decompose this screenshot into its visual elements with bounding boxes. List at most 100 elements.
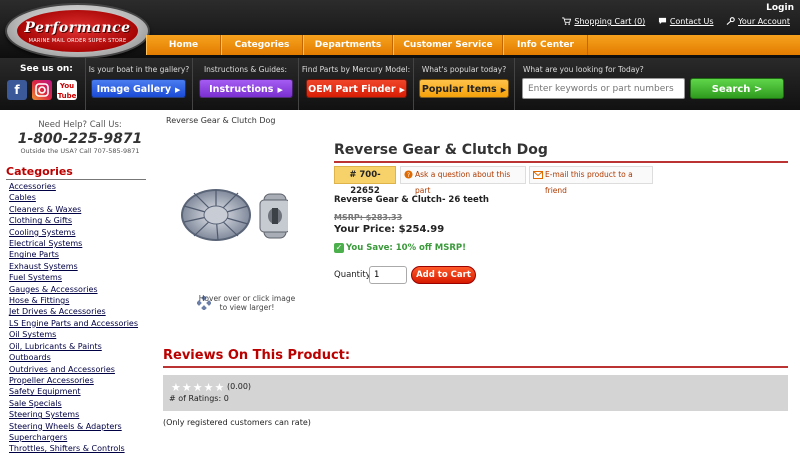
logo-brand: Performance — [24, 20, 131, 36]
email-label: E-mail this product to a friend — [545, 170, 633, 195]
category-link[interactable]: Propeller Accessories — [9, 375, 138, 386]
category-link[interactable]: Fuel Systems — [9, 272, 138, 283]
category-link[interactable]: Superchargers — [9, 432, 138, 443]
youtube-icon[interactable]: You Tube — [57, 80, 77, 100]
see-us-label: See us on: — [20, 64, 73, 74]
logo-tagline: MARINE MAIL ORDER SUPER STORE — [28, 38, 127, 44]
category-link[interactable]: Cooling Systems — [9, 227, 138, 238]
play-arrow-icon: ▶ — [277, 86, 283, 94]
ask-label: Ask a question about this part — [415, 170, 511, 195]
info-icon: ? — [404, 170, 413, 179]
add-to-cart-button[interactable]: Add to Cart — [411, 266, 476, 284]
popular-label: Popular Items — [421, 84, 497, 95]
account-link[interactable]: Your Account — [726, 17, 790, 26]
instructions-section: Instructions & Guides: Instructions ▶ — [193, 58, 299, 110]
image-hint: Hover over or click image to view larger… — [198, 294, 296, 312]
search-button[interactable]: Search > — [690, 78, 784, 99]
category-link[interactable]: Accessories — [9, 181, 138, 192]
popular-items-button[interactable]: Popular Items ▶ — [419, 79, 509, 98]
quantity-label: Quantity — [334, 270, 371, 280]
oem-caption: Find Parts by Mercury Model: — [301, 65, 411, 74]
instructions-caption: Instructions & Guides: — [203, 65, 288, 74]
nav-categories[interactable]: Categories — [221, 35, 303, 55]
nav-home[interactable]: Home — [146, 35, 221, 55]
help-phone[interactable]: 1-800-225-9871 — [0, 131, 160, 147]
play-arrow-icon: ▶ — [500, 86, 507, 94]
instructions-label: Instructions — [209, 84, 274, 95]
nav-customer-service[interactable]: Customer Service — [393, 35, 503, 55]
reviews-title: Reviews On This Product: — [163, 348, 351, 363]
your-price: Your Price: $254.99 — [334, 224, 445, 235]
oem-label: OEM Part Finder — [308, 84, 396, 95]
category-link[interactable]: LS Engine Parts and Accessories — [9, 318, 138, 329]
rating-count: # of Ratings: 0 — [169, 394, 229, 403]
search-input[interactable] — [522, 78, 685, 99]
contact-link[interactable]: Contact Us — [658, 17, 714, 26]
category-link[interactable]: Engine Parts — [9, 249, 138, 260]
oem-part-finder-button[interactable]: OEM Part Finder ▶ — [306, 79, 407, 98]
category-link[interactable]: Sale Specials — [9, 398, 138, 409]
ask-question-link[interactable]: Ask a question about this part — [400, 166, 526, 195]
category-link[interactable]: Steering Wheels & Adapters — [9, 421, 138, 432]
oem-section: Find Parts by Mercury Model: OEM Part Fi… — [299, 58, 414, 110]
facebook-icon[interactable]: f — [7, 80, 27, 100]
play-arrow-icon: ▶ — [175, 86, 181, 94]
category-link[interactable]: Electrical Systems — [9, 238, 138, 249]
login-link[interactable]: Login — [766, 3, 794, 13]
category-link[interactable]: Oil Systems — [9, 329, 138, 340]
categories-title: Categories — [6, 165, 146, 180]
category-link[interactable]: Exhaust Systems — [9, 261, 138, 272]
camera-icon — [35, 83, 49, 97]
account-label: Your Account — [738, 17, 790, 26]
instagram-icon[interactable] — [32, 80, 52, 100]
reviews-divider — [163, 366, 788, 368]
cart-icon — [562, 17, 572, 25]
category-link[interactable]: Jet Drives & Accessories — [9, 306, 138, 317]
quantity-input[interactable] — [369, 266, 407, 284]
title-divider — [334, 161, 788, 163]
category-link[interactable]: Safety Equipment — [9, 386, 138, 397]
checkmark-icon: ✓ — [334, 243, 344, 253]
key-icon — [726, 17, 735, 25]
category-link[interactable]: Clothing & Gifts — [9, 215, 138, 226]
image-gallery-button[interactable]: Image Gallery ▶ — [91, 79, 186, 98]
category-link[interactable]: Hose & Fittings — [9, 295, 138, 306]
chat-icon — [658, 17, 666, 25]
top-header: Performance MARINE MAIL ORDER SUPER STOR… — [0, 0, 800, 59]
popular-section: What's popular today? Popular Items ▶ — [414, 58, 515, 110]
gallery-caption: Is your boat in the gallery? — [88, 65, 190, 74]
category-link[interactable]: Oil, Lubricants & Paints — [9, 341, 138, 352]
category-link[interactable]: Steering Systems — [9, 409, 138, 420]
savings-text: ✓ You Save: 10% off MSRP! — [334, 243, 466, 253]
help-outside: Outside the USA? Call 707-585-9871 — [20, 147, 140, 155]
play-arrow-icon: ▶ — [399, 86, 405, 94]
site-logo[interactable]: Performance MARINE MAIL ORDER SUPER STOR… — [5, 3, 150, 59]
product-image[interactable] — [178, 184, 288, 246]
nav-departments[interactable]: Departments — [303, 35, 393, 55]
savings-label: You Save: 10% off MSRP! — [346, 243, 466, 253]
category-link[interactable]: Outboards — [9, 352, 138, 363]
sku-badge: # 700-22652 — [334, 166, 396, 196]
instructions-button[interactable]: Instructions ▶ — [199, 79, 293, 98]
logo-badge: Performance — [17, 10, 138, 52]
categories-list: Accessories Cables Cleaners & Waxes Clothin… — [9, 181, 138, 455]
category-link[interactable]: Cables — [9, 192, 138, 203]
msrp-price: MSRP: $283.33 — [334, 213, 403, 222]
rating-stars[interactable]: ★★★★★ — [171, 381, 225, 394]
category-link[interactable]: Gauges & Accessories — [9, 284, 138, 295]
email-friend-link[interactable]: E-mail this product to a friend — [529, 166, 653, 195]
help-box: Need Help? Call Us: 1-800-225-9871 Outsi… — [0, 120, 160, 155]
rating-average: (0.00) — [227, 382, 252, 391]
utility-links: Shopping Cart (0) Contact Us Your Accoun… — [552, 17, 790, 26]
cart-link[interactable]: Shopping Cart (0) — [562, 17, 645, 26]
nav-info-center[interactable]: Info Center — [503, 35, 588, 55]
category-link[interactable]: Cleaners & Waxes — [9, 204, 138, 215]
category-link[interactable]: Throttles, Shifters & Controls — [9, 443, 138, 454]
gallery-section: Is your boat in the gallery? Image Galle… — [86, 58, 193, 110]
envelope-icon — [533, 171, 543, 179]
breadcrumb[interactable]: Reverse Gear & Clutch Dog — [166, 116, 276, 125]
rating-note: (Only registered customers can rate) — [163, 418, 311, 427]
svg-text:?: ? — [407, 172, 410, 179]
contact-label: Contact Us — [669, 17, 714, 26]
category-link[interactable]: Outdrives and Accessories — [9, 364, 138, 375]
